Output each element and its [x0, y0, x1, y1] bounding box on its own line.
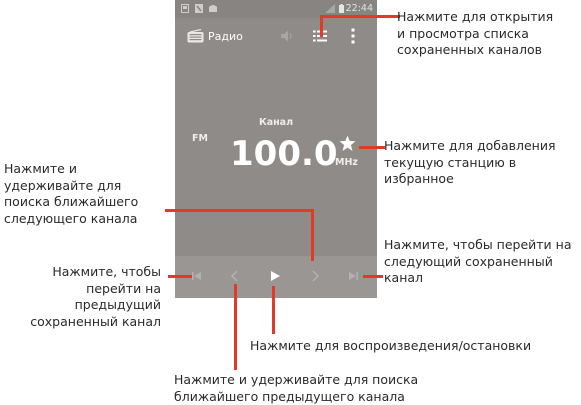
playback-controls: [175, 256, 377, 298]
radio-icon: [187, 29, 204, 43]
callout-play: Нажмите для воспроизведения/остановки: [250, 338, 532, 353]
callout-skip-next: Нажмите, чтобы перейти на следующий сохр…: [384, 237, 572, 285]
callout-line-seek-next-drop: [311, 209, 314, 261]
frequency-unit: MHz: [335, 157, 358, 168]
callout-favorite: Нажмите для добавления текущую станцию в…: [384, 138, 556, 186]
speaker-icon[interactable]: [280, 29, 294, 43]
screenshot-icon: [181, 4, 189, 13]
callout-skip-prev: Нажмите, чтобы перейти на предыдущий сох…: [30, 264, 161, 329]
callout-line-favorite: [359, 146, 385, 149]
callout-line-seek-prev: [234, 284, 237, 370]
callout-line-seek-next: [165, 209, 313, 212]
callout-line-play: [272, 286, 275, 334]
sd-card-icon: [209, 5, 217, 12]
chevron-left-icon[interactable]: [227, 268, 243, 284]
app-bar: Радио: [175, 18, 377, 52]
notification-icon: [195, 4, 203, 13]
app-title: Радио: [208, 30, 243, 43]
chevron-right-icon[interactable]: [307, 268, 323, 284]
phone-screen: 22:44 Радио Канал FM 100.0 MHz: [175, 0, 377, 298]
callout-line-skip-next: [363, 275, 383, 278]
callout-line-skip-prev: [168, 275, 192, 278]
callout-list: Нажмите для открытия и просмотра списка …: [397, 9, 554, 57]
callout-seek-next: Нажмите и удерживайте для поиска ближайш…: [4, 161, 139, 226]
callout-line-list-drop: [320, 15, 323, 37]
battery-icon: [339, 4, 344, 13]
callout-line-list: [320, 15, 400, 18]
signal-icon: [325, 4, 335, 13]
play-icon[interactable]: [267, 268, 283, 284]
tuner-display: Канал FM 100.0 MHz: [175, 54, 377, 256]
star-icon[interactable]: [339, 135, 356, 152]
callout-seek-prev: Нажмите и удерживайте для поиска ближайш…: [174, 372, 419, 404]
band-label: FM: [192, 133, 208, 144]
channel-label: Канал: [258, 117, 294, 128]
frequency-display: 100.0: [230, 134, 338, 174]
status-time: 22:44: [345, 3, 373, 14]
overflow-menu-icon[interactable]: [349, 28, 357, 44]
skip-next-icon[interactable]: [345, 268, 361, 284]
